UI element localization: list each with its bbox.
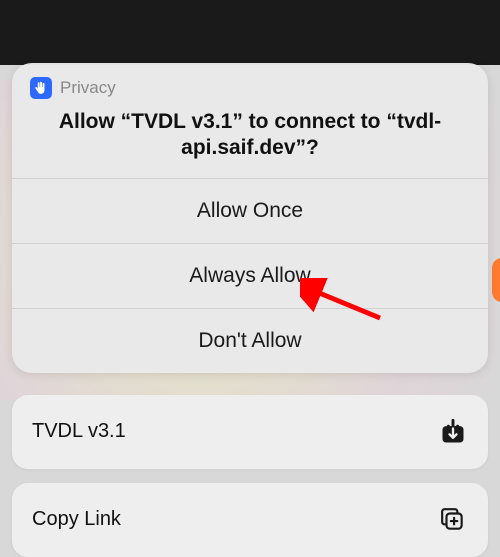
dialog-header: Privacy Allow “TVDL v3.1” to connect to … xyxy=(12,63,488,178)
share-action-label: TVDL v3.1 xyxy=(32,420,126,443)
privacy-dialog: Privacy Allow “TVDL v3.1” to connect to … xyxy=(12,63,488,373)
privacy-label: Privacy xyxy=(60,78,116,98)
privacy-row: Privacy xyxy=(30,77,470,99)
top-bar xyxy=(0,0,500,65)
download-box-icon xyxy=(438,417,468,447)
share-action-copy-link[interactable]: Copy Link xyxy=(12,483,488,557)
dont-allow-button[interactable]: Don't Allow xyxy=(12,308,488,373)
dialog-message: Allow “TVDL v3.1” to connect to “tvdl-ap… xyxy=(30,109,470,162)
privacy-hand-icon xyxy=(30,77,52,99)
share-action-label: Copy Link xyxy=(32,508,121,531)
allow-once-button[interactable]: Allow Once xyxy=(12,178,488,243)
always-allow-button[interactable]: Always Allow xyxy=(12,243,488,308)
copy-plus-icon xyxy=(438,505,468,535)
share-action-tvdl[interactable]: TVDL v3.1 xyxy=(12,395,488,469)
